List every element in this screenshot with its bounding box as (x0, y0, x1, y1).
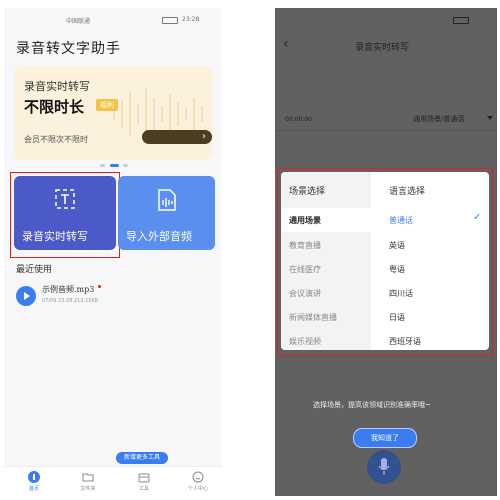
tile-label: 导入外部音频 (126, 230, 192, 243)
scene-column (281, 172, 371, 350)
tab-label: 工具 (138, 486, 149, 492)
got-it-button[interactable]: 我知道了 (353, 428, 417, 448)
add-more-tools-button[interactable]: 新增更多工具 (116, 452, 169, 464)
back-arrow-icon[interactable]: ‹ (283, 36, 289, 52)
transcribe-screen: ‹ 录音实时转写 00:00:00 通用场景/普通话 场景选择 语言选择 通用场… (275, 8, 497, 496)
nav-title: 录音实时转写 (355, 43, 410, 53)
tab-folder[interactable]: 文件夹 (66, 471, 110, 492)
banner-go-button[interactable]: › (142, 130, 212, 144)
home-screen: 中国联通 23:28 录音转文字助手 录音实时转写 不限时长 福利 会员不限次不… (4, 8, 222, 496)
home-icon (28, 471, 40, 483)
mode-display[interactable]: 通用场景/普通话 (413, 114, 464, 124)
banner-subtext: 会员不限次不限时 (24, 135, 88, 144)
smiley-icon (192, 471, 204, 483)
language-option[interactable]: 英语 (389, 240, 405, 251)
battery-icon (162, 17, 178, 24)
language-option[interactable]: 普通话 (389, 215, 413, 226)
scene-option[interactable]: 会议演讲 (289, 288, 321, 299)
language-header: 语言选择 (389, 187, 426, 197)
tab-profile[interactable]: 个人中心 (176, 471, 220, 492)
carousel-dot[interactable] (100, 164, 105, 167)
play-button[interactable] (16, 286, 36, 306)
tab-tools[interactable]: 工具 (122, 471, 166, 492)
language-option[interactable]: 四川话 (389, 288, 413, 299)
record-button[interactable] (367, 450, 401, 484)
recent-section-title: 最近使用 (16, 265, 53, 275)
language-option[interactable]: 日语 (389, 312, 405, 323)
new-dot-badge (98, 285, 101, 288)
realtime-transcribe-tile[interactable]: 录音实时转写 (14, 176, 116, 250)
carousel-dot[interactable] (123, 164, 128, 167)
scene-option[interactable]: 在线医疗 (289, 264, 321, 275)
audio-file-icon (158, 189, 176, 211)
play-icon (24, 292, 30, 300)
tab-label: 个人中心 (187, 486, 208, 492)
recent-file-meta: 07/09 23:28 212.15KB (42, 298, 99, 304)
tile-label: 录音实时转写 (22, 230, 88, 243)
carrier-label: 中国联通 (66, 18, 91, 25)
recent-file-name[interactable]: 示例音频.mp3 (42, 284, 94, 295)
banner-headline: 不限时长 (24, 98, 85, 116)
banner-line1: 录音实时转写 (24, 80, 90, 93)
promo-banner[interactable]: 录音实时转写 不限时长 福利 会员不限次不限时 › (14, 66, 212, 160)
timer-display: 00:00:00 (285, 116, 312, 123)
divider (275, 130, 497, 131)
tab-label: 文件夹 (80, 486, 96, 492)
scene-language-picker: 场景选择 语言选择 通用场景 教育直播 在线医疗 会议演讲 新闻媒体直播 娱乐视… (281, 172, 489, 350)
carousel-dot-active[interactable] (110, 164, 119, 167)
battery-icon (453, 17, 469, 24)
folder-icon (82, 473, 94, 482)
import-audio-tile[interactable]: 导入外部音频 (118, 176, 215, 250)
app-title: 录音转文字助手 (16, 41, 121, 57)
toolbox-icon (138, 473, 150, 483)
tab-label: 首页 (28, 486, 39, 492)
language-option[interactable]: 粤语 (389, 264, 405, 275)
scene-option[interactable]: 娱乐视频 (289, 336, 321, 347)
hint-text: 选择场景，提高该领域识别准确率哦~ (313, 401, 431, 409)
dropdown-caret-icon (487, 116, 493, 120)
scene-option[interactable]: 通用场景 (289, 215, 321, 226)
checkmark-icon: ✓ (473, 212, 482, 223)
microphone-icon (378, 458, 390, 475)
frame-t-icon (55, 189, 75, 209)
scene-option[interactable]: 教育直播 (289, 240, 321, 251)
scene-header: 场景选择 (289, 187, 326, 197)
chevron-right-icon: › (202, 131, 206, 142)
language-option[interactable]: 西班牙语 (389, 336, 421, 347)
banner-badge: 福利 (96, 99, 118, 111)
status-time: 23:28 (182, 16, 200, 23)
scene-option[interactable]: 新闻媒体直播 (289, 312, 337, 323)
tab-home[interactable]: 首页 (12, 471, 56, 492)
bottom-tab-bar: 首页 文件夹 工具 个人中心 (4, 466, 222, 496)
